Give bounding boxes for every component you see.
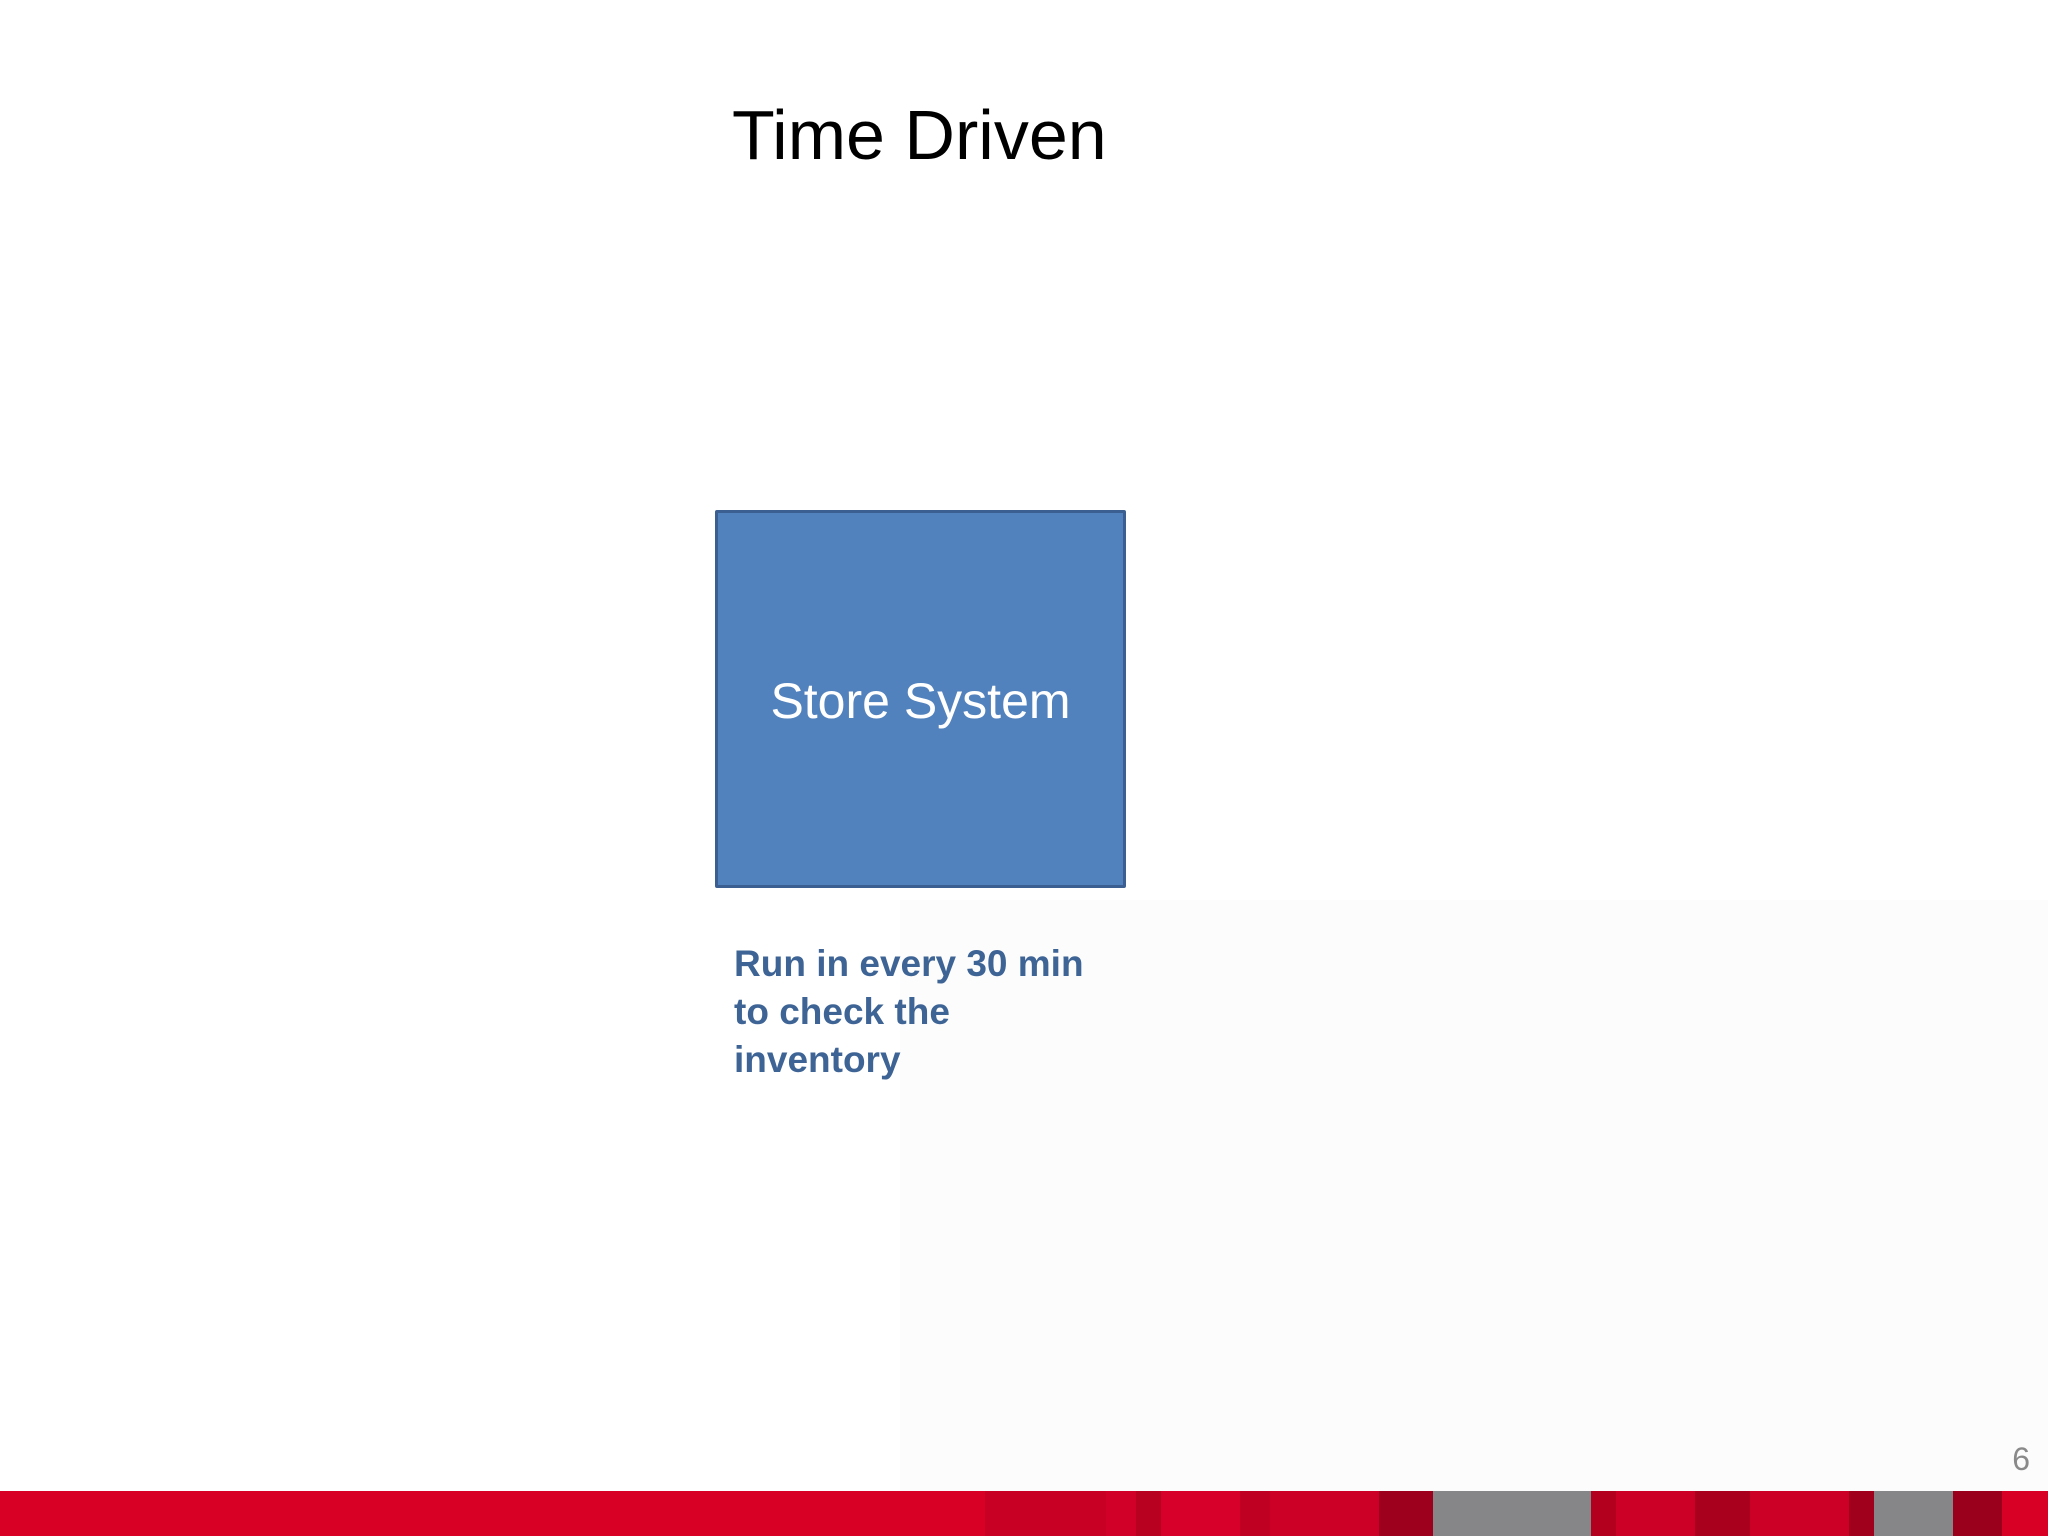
footer-stripe-segment bbox=[2002, 1491, 2048, 1536]
footer-stripe-segment bbox=[1616, 1491, 1696, 1536]
footer-stripe-segment bbox=[1378, 1491, 1433, 1536]
footer-stripe-segment bbox=[1848, 1491, 1874, 1536]
store-system-node: Store System bbox=[715, 510, 1126, 888]
footer-stripe-segment bbox=[1160, 1491, 1240, 1536]
caption-line: inventory bbox=[734, 1039, 901, 1080]
footer-stripe-segment bbox=[1952, 1491, 2003, 1536]
caption-line: Run in every 30 min bbox=[734, 943, 1084, 984]
footer-stripe-segment bbox=[0, 1491, 986, 1536]
footer-stripe-segment bbox=[1591, 1491, 1617, 1536]
caption-line: to check the bbox=[734, 991, 950, 1032]
footer-stripe-segment bbox=[1106, 1491, 1136, 1536]
node-caption: Run in every 30 min to check the invento… bbox=[734, 940, 1134, 1084]
store-system-label: Store System bbox=[770, 673, 1071, 729]
footer-stripe-segment bbox=[1695, 1491, 1750, 1536]
footer-stripe-segment bbox=[1239, 1491, 1270, 1536]
footer-stripe-segment bbox=[1432, 1491, 1592, 1536]
footer-color-bar bbox=[0, 1491, 2048, 1536]
footer-stripe-segment bbox=[1873, 1491, 1953, 1536]
footer-stripe-segment bbox=[1135, 1491, 1161, 1536]
footer-stripe-segment bbox=[1749, 1491, 1849, 1536]
slide-title: Time Driven bbox=[732, 96, 1107, 174]
footer-stripe-segment bbox=[985, 1491, 1107, 1536]
page-number: 6 bbox=[2012, 1441, 2030, 1477]
slide: Time Driven Store System Run in every 30… bbox=[0, 0, 2048, 1536]
footer-stripe-segment bbox=[1269, 1491, 1379, 1536]
